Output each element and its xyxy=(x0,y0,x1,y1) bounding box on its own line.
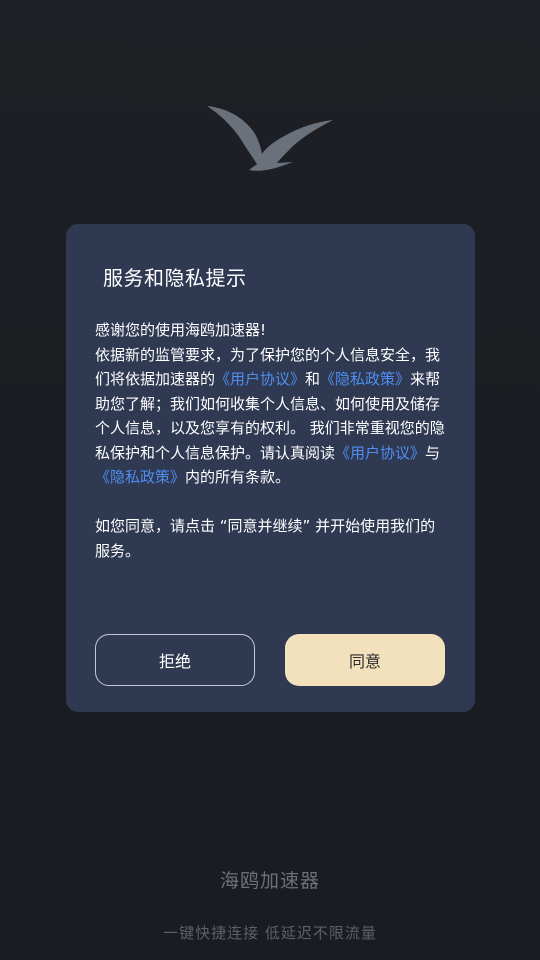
privacy-dialog: 服务和隐私提示 感谢您的使用海鸥加速器! 依据新的监管要求，为了保护您的个人信息… xyxy=(66,224,475,712)
privacy-policy-link[interactable]: 《隐私政策》 xyxy=(320,370,410,388)
privacy-description: 依据新的监管要求，为了保护您的个人信息安全，我们将依据加速器的《用户协议》和《隐… xyxy=(95,343,447,490)
agree-button[interactable]: 同意 xyxy=(285,634,445,686)
seagull-logo-icon xyxy=(207,106,333,171)
description-text-5: 内的所有条款。 xyxy=(185,468,291,486)
app-tagline: 一键快捷连接 低延迟不限流量 xyxy=(163,924,377,942)
description-text-2: 和 xyxy=(305,370,321,388)
dialog-title: 服务和隐私提示 xyxy=(103,266,247,290)
user-agreement-link-2[interactable]: 《用户协议》 xyxy=(335,444,425,462)
consent-instruction: 如您同意，请点击 “同意并继续” 并开始使用我们的服务。 xyxy=(95,517,436,560)
user-agreement-link[interactable]: 《用户协议》 xyxy=(215,370,305,388)
app-name: 海鸥加速器 xyxy=(219,870,320,892)
reject-button[interactable]: 拒绝 xyxy=(95,634,255,686)
privacy-policy-link-2[interactable]: 《隐私政策》 xyxy=(95,468,185,486)
description-text-4: 与 xyxy=(425,443,441,462)
dialog-body: 感谢您的使用海鸥加速器! 依据新的监管要求，为了保护您的个人信息安全，我们将依据… xyxy=(95,318,447,563)
welcome-text: 感谢您的使用海鸥加速器! xyxy=(95,321,267,339)
